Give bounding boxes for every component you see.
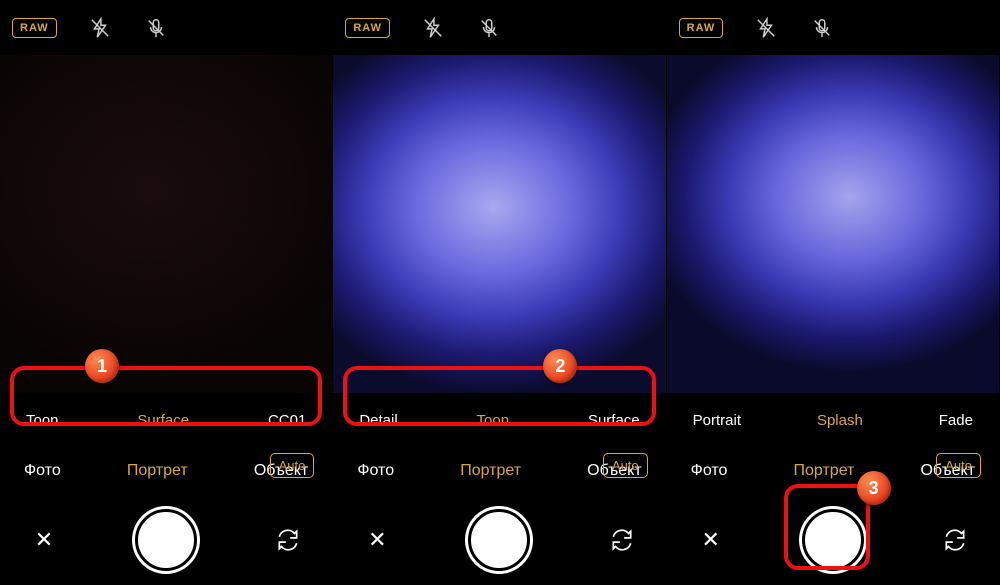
raw-toggle[interactable]: RAW bbox=[345, 18, 390, 38]
filter-option-right[interactable]: Fade bbox=[931, 406, 981, 435]
top-toolbar: RAW bbox=[0, 0, 332, 55]
mic-off-icon[interactable] bbox=[476, 15, 502, 41]
filter-selector[interactable]: Portrait Splash Fade bbox=[667, 393, 999, 447]
callout-badge-1: 1 bbox=[85, 349, 119, 383]
filter-option-left[interactable]: Detail bbox=[351, 406, 405, 435]
raw-toggle[interactable]: RAW bbox=[679, 18, 724, 38]
filter-option-left[interactable]: Toon bbox=[18, 406, 67, 435]
mode-option-photo[interactable]: Фото bbox=[351, 458, 400, 484]
viewfinder[interactable] bbox=[0, 55, 332, 393]
auto-button[interactable]: Auto bbox=[936, 453, 981, 478]
mic-off-icon[interactable] bbox=[809, 15, 835, 41]
mic-off-icon[interactable] bbox=[143, 15, 169, 41]
filter-option-left[interactable]: Portrait bbox=[685, 406, 749, 435]
switch-camera-icon[interactable] bbox=[609, 527, 635, 553]
filter-option-center[interactable]: Surface bbox=[129, 406, 197, 435]
close-icon[interactable]: ✕ bbox=[701, 527, 719, 553]
camera-screen-1: RAW Toon Surface CC01 Фото Портрет Объек… bbox=[0, 0, 333, 585]
close-icon[interactable]: ✕ bbox=[35, 527, 53, 553]
top-toolbar: RAW bbox=[333, 0, 665, 55]
flash-off-icon[interactable] bbox=[420, 15, 446, 41]
filter-selector[interactable]: Detail Toon Surface bbox=[333, 393, 665, 447]
callout-badge-3: 3 bbox=[857, 471, 891, 505]
shutter-button[interactable] bbox=[135, 509, 197, 571]
switch-camera-icon[interactable] bbox=[942, 527, 968, 553]
shutter-button[interactable] bbox=[802, 509, 864, 571]
camera-screen-2: RAW Detail Toon Surface Фото Портрет Объ… bbox=[333, 0, 666, 585]
close-icon[interactable]: ✕ bbox=[368, 527, 386, 553]
mode-option-portrait[interactable]: Портрет bbox=[788, 458, 861, 484]
mode-option-photo[interactable]: Фото bbox=[18, 458, 67, 484]
mode-option-portrait[interactable]: Портрет bbox=[121, 458, 194, 484]
switch-camera-icon[interactable] bbox=[275, 527, 301, 553]
filter-selector[interactable]: Toon Surface CC01 bbox=[0, 393, 332, 447]
bottom-bar: Auto ✕ bbox=[333, 495, 665, 585]
shutter-button[interactable] bbox=[468, 509, 530, 571]
filter-option-right[interactable]: CC01 bbox=[260, 406, 314, 435]
flash-off-icon[interactable] bbox=[753, 15, 779, 41]
viewfinder[interactable] bbox=[667, 55, 999, 393]
flash-off-icon[interactable] bbox=[87, 15, 113, 41]
filter-option-center[interactable]: Splash bbox=[809, 406, 871, 435]
auto-button[interactable]: Auto bbox=[603, 453, 648, 478]
mode-option-photo[interactable]: Фото bbox=[685, 458, 734, 484]
camera-screen-3: RAW Portrait Splash Fade Фото Портрет Об… bbox=[667, 0, 1000, 585]
bottom-bar: Auto ✕ bbox=[0, 495, 332, 585]
filter-option-center[interactable]: Toon bbox=[469, 406, 518, 435]
viewfinder[interactable] bbox=[333, 55, 665, 393]
auto-button[interactable]: Auto bbox=[270, 453, 315, 478]
filter-option-right[interactable]: Surface bbox=[580, 406, 648, 435]
top-toolbar: RAW bbox=[667, 0, 999, 55]
raw-toggle[interactable]: RAW bbox=[12, 18, 57, 38]
bottom-bar: Auto ✕ bbox=[667, 495, 999, 585]
mode-option-portrait[interactable]: Портрет bbox=[454, 458, 527, 484]
